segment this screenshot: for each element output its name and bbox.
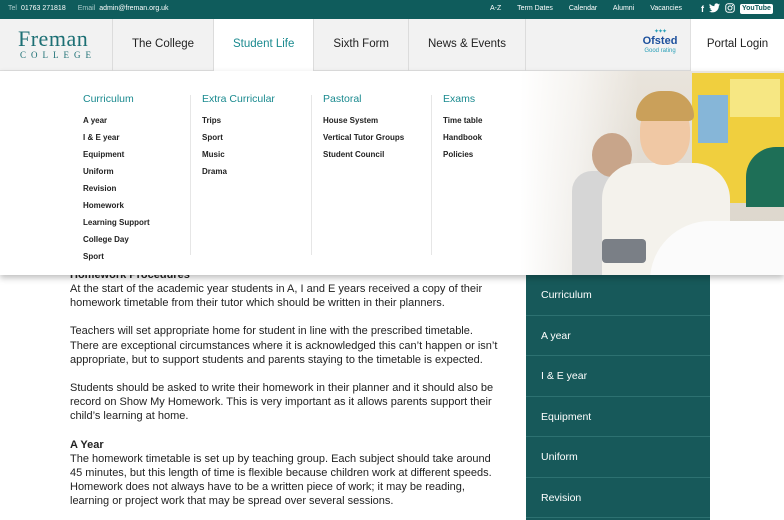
nav-item-student-life[interactable]: Student Life: [213, 19, 314, 72]
menu-divider: [431, 95, 432, 255]
menu-divider: [190, 95, 191, 255]
instagram-icon[interactable]: [725, 3, 735, 15]
sidebar-item-i-e-year[interactable]: I & E year: [526, 356, 710, 397]
ofsted-title: Ofsted: [642, 35, 678, 47]
main-nav: The College Student Life Sixth Form News…: [112, 19, 526, 72]
top-utility-bar: Tel 01763 271818 Email admin@freman.org.uk…: [0, 0, 784, 19]
menu-link[interactable]: Student Council: [323, 146, 404, 163]
article-paragraph: The homework timetable is set up by teac…: [70, 452, 492, 508]
nav-item-the-college[interactable]: The College: [112, 19, 213, 71]
menu-link[interactable]: Drama: [202, 163, 275, 180]
menu-column-curriculum: Curriculum A year I & E year Equipment U…: [83, 93, 150, 265]
menu-link[interactable]: Sport: [83, 248, 150, 265]
util-link-term-dates[interactable]: Term Dates: [517, 5, 553, 12]
menu-heading[interactable]: Curriculum: [83, 93, 150, 105]
util-link-calendar[interactable]: Calendar: [569, 5, 597, 12]
menu-link[interactable]: Handbook: [443, 129, 482, 146]
nav-item-sixth-form[interactable]: Sixth Form: [313, 19, 408, 71]
menu-link[interactable]: Equipment: [83, 146, 150, 163]
menu-heading[interactable]: Exams: [443, 93, 482, 105]
util-link-alumni[interactable]: Alumni: [613, 5, 634, 12]
menu-link[interactable]: I & E year: [83, 129, 150, 146]
student-photo: [520, 71, 784, 275]
email-link[interactable]: admin@freman.org.uk: [99, 5, 168, 12]
youtube-icon[interactable]: YouTube: [740, 4, 773, 14]
sidebar-item-curriculum[interactable]: Curriculum: [526, 275, 710, 316]
logo-subtitle: COLLEGE: [20, 50, 96, 60]
menu-link[interactable]: Revision: [83, 180, 150, 197]
sidebar-item-revision[interactable]: Revision: [526, 478, 710, 518]
facebook-icon[interactable]: f: [701, 3, 704, 15]
menu-link[interactable]: Time table: [443, 112, 482, 129]
utility-links: A-Z Term Dates Calendar Alumni Vacancies: [490, 5, 696, 12]
social-links: f YouTube: [701, 3, 773, 15]
article-paragraph: At the start of the academic year studen…: [70, 283, 483, 310]
site-header: Freman COLLEGE The College Student Life …: [0, 19, 784, 72]
menu-column-pastoral: Pastoral House System Vertical Tutor Gro…: [323, 93, 404, 163]
portal-login-button[interactable]: Portal Login: [690, 19, 784, 71]
menu-link[interactable]: Vertical Tutor Groups: [323, 129, 404, 146]
menu-link[interactable]: House System: [323, 112, 404, 129]
menu-heading[interactable]: Pastoral: [323, 93, 404, 105]
article-paragraph: Teachers will set appropriate home for s…: [70, 325, 498, 366]
sidebar-item-uniform[interactable]: Uniform: [526, 437, 710, 478]
email-label: Email: [77, 5, 96, 12]
article-content: Homework Procedures At the start of the …: [70, 268, 500, 520]
util-link-vacancies[interactable]: Vacancies: [650, 5, 682, 12]
sidebar-item-equipment[interactable]: Equipment: [526, 397, 710, 437]
menu-column-extra-curricular: Extra Curricular Trips Sport Music Drama: [202, 93, 275, 180]
ofsted-rating: Good rating: [644, 48, 676, 54]
util-link-a-z[interactable]: A-Z: [490, 5, 501, 12]
menu-link[interactable]: Policies: [443, 146, 482, 163]
menu-link[interactable]: Uniform: [83, 163, 150, 180]
menu-link[interactable]: Sport: [202, 129, 275, 146]
nav-item-news-events[interactable]: News & Events: [408, 19, 526, 71]
menu-column-exams: Exams Time table Handbook Policies: [443, 93, 482, 163]
college-logo[interactable]: Freman COLLEGE: [18, 28, 98, 64]
article-subheading-a-year: A Year: [70, 438, 104, 451]
tel-label: Tel: [8, 5, 17, 12]
section-sidebar: Curriculum A year I & E year Equipment U…: [526, 275, 710, 520]
ofsted-badge[interactable]: ✦✦✦ Ofsted Good rating: [640, 29, 680, 55]
menu-link[interactable]: College Day: [83, 231, 150, 248]
article-paragraph: Students should be asked to write their …: [70, 382, 494, 423]
logo-name: Freman: [18, 26, 89, 51]
menu-heading[interactable]: Extra Curricular: [202, 93, 275, 105]
menu-link[interactable]: Homework: [83, 197, 150, 214]
contact-info: Tel 01763 271818 Email admin@freman.org.uk: [8, 5, 179, 12]
menu-link[interactable]: Learning Support: [83, 214, 150, 231]
menu-link[interactable]: Trips: [202, 112, 275, 129]
sidebar-item-a-year[interactable]: A year: [526, 316, 710, 356]
menu-link[interactable]: A year: [83, 112, 150, 129]
tel-number[interactable]: 01763 271818: [21, 5, 66, 12]
menu-divider: [311, 95, 312, 255]
menu-link[interactable]: Music: [202, 146, 275, 163]
student-life-dropdown: Curriculum A year I & E year Equipment U…: [0, 71, 784, 275]
twitter-icon[interactable]: [709, 3, 720, 15]
